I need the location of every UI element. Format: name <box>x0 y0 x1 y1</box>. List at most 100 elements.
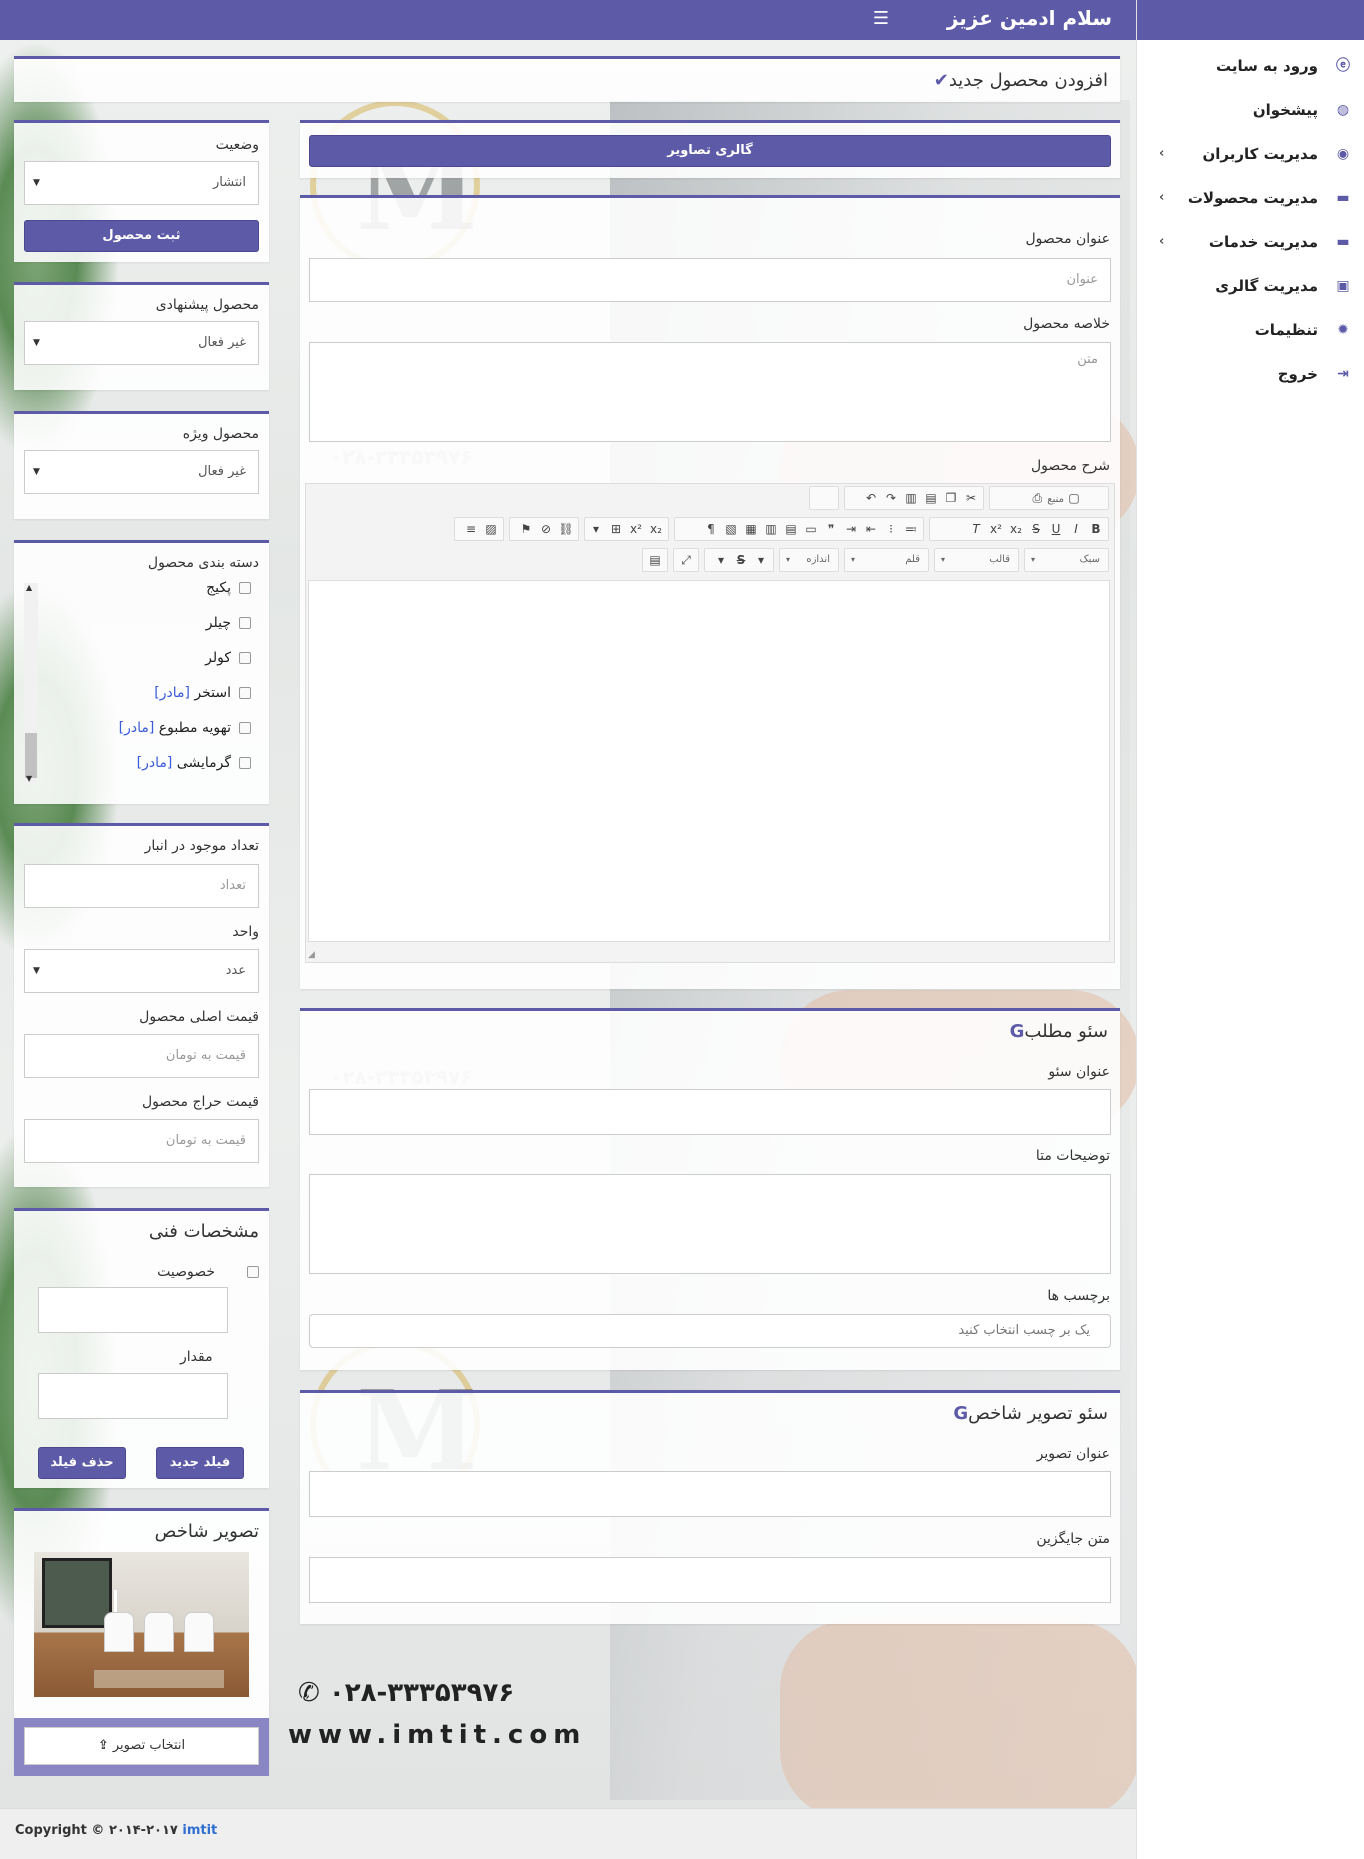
blockquote-icon[interactable]: ❞ <box>821 518 841 540</box>
show-blocks-button[interactable]: ▤ <box>642 548 668 572</box>
format-select[interactable]: قالب ▾ <box>934 548 1019 572</box>
feature-input[interactable] <box>38 1287 228 1333</box>
align-icon[interactable]: ▧ <box>721 518 741 540</box>
unit-select[interactable]: عدد ▼ <box>24 949 259 993</box>
styles-select[interactable]: سبک ▾ <box>1024 548 1109 572</box>
link-icon[interactable]: ⛓ <box>556 518 576 540</box>
cut-icon[interactable]: ✂ <box>961 487 981 509</box>
resize-handle-icon[interactable]: ◢ <box>308 950 315 960</box>
product-summary-textarea[interactable]: متن <box>309 342 1111 442</box>
alt-text-label: متن جایگزین <box>1036 1531 1110 1547</box>
image-icon: ▣ <box>1336 278 1350 294</box>
image-title-input[interactable] <box>309 1471 1111 1517</box>
sidebar-item-users[interactable]: ◉ مدیریت کاربران ‹ <box>1137 132 1364 176</box>
feature-checkbox[interactable] <box>247 1266 259 1278</box>
source-button[interactable]: منبع <box>1047 494 1064 505</box>
product-details-panel: عنوان محصول عنوان خلاصه محصول متن شرح مح… <box>300 195 1120 989</box>
sidebar-item-settings[interactable]: ✹ تنظیمات <box>1137 308 1364 352</box>
div-icon[interactable]: ▭ <box>801 518 821 540</box>
delete-field-button[interactable]: حذف فیلد <box>38 1447 126 1479</box>
superscript-icon[interactable]: x² <box>986 518 1006 540</box>
categories-scrollbar[interactable]: ▲ ▼ <box>24 583 38 783</box>
indent-icon[interactable]: ⇥ <box>841 518 861 540</box>
bold-icon[interactable]: B <box>1086 518 1106 540</box>
horizontal-rule-icon[interactable]: ≡ <box>461 518 481 540</box>
sidebar-item-logout[interactable]: ⇥ خروج <box>1137 352 1364 396</box>
bidi-icon[interactable]: ¶ <box>701 518 721 540</box>
outdent-icon[interactable]: ⇤ <box>861 518 881 540</box>
new-field-button[interactable]: فیلد جدید <box>156 1447 244 1479</box>
price-input[interactable]: قیمت به تومان <box>24 1034 259 1078</box>
suggested-select[interactable]: غیر فعال ▼ <box>24 321 259 365</box>
anchor-icon[interactable]: ⚑ <box>516 518 536 540</box>
category-item[interactable]: گرمایشی [مادر] <box>137 755 251 771</box>
tags-input[interactable]: یک بر چسب انتخاب کنید <box>309 1314 1111 1348</box>
numbered-list-icon[interactable]: ≔ <box>901 518 921 540</box>
redo-icon[interactable]: ↷ <box>881 487 901 509</box>
underline-icon[interactable]: U <box>1046 518 1066 540</box>
category-item[interactable]: استخر [مادر] <box>154 685 251 701</box>
special-select[interactable]: غیر فعال ▼ <box>24 450 259 494</box>
stock-label: تعداد موجود در انبار <box>144 838 259 854</box>
new-page-icon[interactable]: ▢ <box>1064 487 1084 509</box>
submit-product-button[interactable]: ثبت محصول <box>24 220 259 252</box>
logout-icon: ⇥ <box>1337 366 1349 382</box>
unlink-icon[interactable]: ⊘ <box>536 518 556 540</box>
menu-toggle-icon[interactable]: ☰ <box>873 8 889 29</box>
status-select[interactable]: انتشار ▼ <box>24 161 259 205</box>
checkbox[interactable] <box>239 757 251 769</box>
gallery-button[interactable]: گالری تصاویر <box>309 135 1111 167</box>
size-select[interactable]: اندازه ▾ <box>779 548 839 572</box>
image-icon[interactable]: ▨ <box>481 518 501 540</box>
subscript-icon[interactable]: x₂ <box>1006 518 1026 540</box>
paste-text-icon[interactable]: ▥ <box>901 487 921 509</box>
meta-description-textarea[interactable] <box>309 1174 1111 1274</box>
checkbox[interactable] <box>239 687 251 699</box>
check-icon: ✔ <box>933 70 949 91</box>
stock-input[interactable]: تعداد <box>24 864 259 908</box>
source-icon[interactable]: ⎙ <box>1027 487 1047 509</box>
sidebar-item-dashboard[interactable]: ◍ پیشخوان <box>1137 88 1364 132</box>
category-item[interactable]: کولر <box>205 650 251 666</box>
font-select[interactable]: قلم ▾ <box>844 548 929 572</box>
dropdown-icon[interactable]: ▾ <box>586 518 606 540</box>
subscript-icon[interactable]: x₂ <box>646 518 666 540</box>
checkbox[interactable] <box>239 722 251 734</box>
value-input[interactable] <box>38 1373 228 1419</box>
align-icon[interactable]: ▥ <box>761 518 781 540</box>
remove-format-icon[interactable]: T <box>966 518 986 540</box>
category-item[interactable]: چیلر <box>206 615 251 631</box>
category-item[interactable]: تهویه مطبوع [مادر] <box>119 720 251 736</box>
alt-text-input[interactable] <box>309 1557 1111 1603</box>
undo-icon[interactable]: ↶ <box>861 487 881 509</box>
maximize-button[interactable]: ⤢ <box>673 548 699 572</box>
google-icon: G <box>953 1403 969 1424</box>
align-icon[interactable]: ▤ <box>781 518 801 540</box>
seo-title-input[interactable] <box>309 1089 1111 1135</box>
meta-description-label: توضیحات متا <box>1035 1148 1110 1164</box>
checkbox[interactable] <box>239 582 251 594</box>
bullet-list-icon[interactable]: ⁝ <box>881 518 901 540</box>
strike-icon[interactable]: S <box>1026 518 1046 540</box>
sale-price-input[interactable]: قیمت به تومان <box>24 1119 259 1163</box>
checkbox[interactable] <box>239 652 251 664</box>
paste-icon[interactable]: ▤ <box>921 487 941 509</box>
superscript-icon[interactable]: x² <box>626 518 646 540</box>
table-icon[interactable]: ⊞ <box>606 518 626 540</box>
sidebar-item-services[interactable]: ▬ مدیریت خدمات ‹ <box>1137 220 1364 264</box>
copy-icon[interactable]: ❐ <box>941 487 961 509</box>
checkbox[interactable] <box>239 617 251 629</box>
italic-icon[interactable]: I <box>1066 518 1086 540</box>
brand-title: سلام ادمین عزیز <box>946 6 1112 30</box>
select-image-button[interactable]: ⇪ انتخاب تصویر <box>24 1727 259 1765</box>
editor-content-area[interactable] <box>308 580 1110 942</box>
category-item[interactable]: پکیج <box>206 580 251 596</box>
align-icon[interactable]: ▦ <box>741 518 761 540</box>
sidebar-item-products[interactable]: ▬ مدیریت محصولات ‹ <box>1137 176 1364 220</box>
footer-link[interactable]: imtit <box>182 1823 217 1838</box>
editor-extra-group[interactable] <box>809 486 839 510</box>
sidebar-item-site[interactable]: ⓔ ورود به سایت <box>1137 44 1364 88</box>
product-title-input[interactable]: عنوان <box>309 258 1111 302</box>
sidebar-item-gallery[interactable]: ▣ مدیریت گالری <box>1137 264 1364 308</box>
text-color-select[interactable]: ▾S▾ <box>704 548 774 572</box>
